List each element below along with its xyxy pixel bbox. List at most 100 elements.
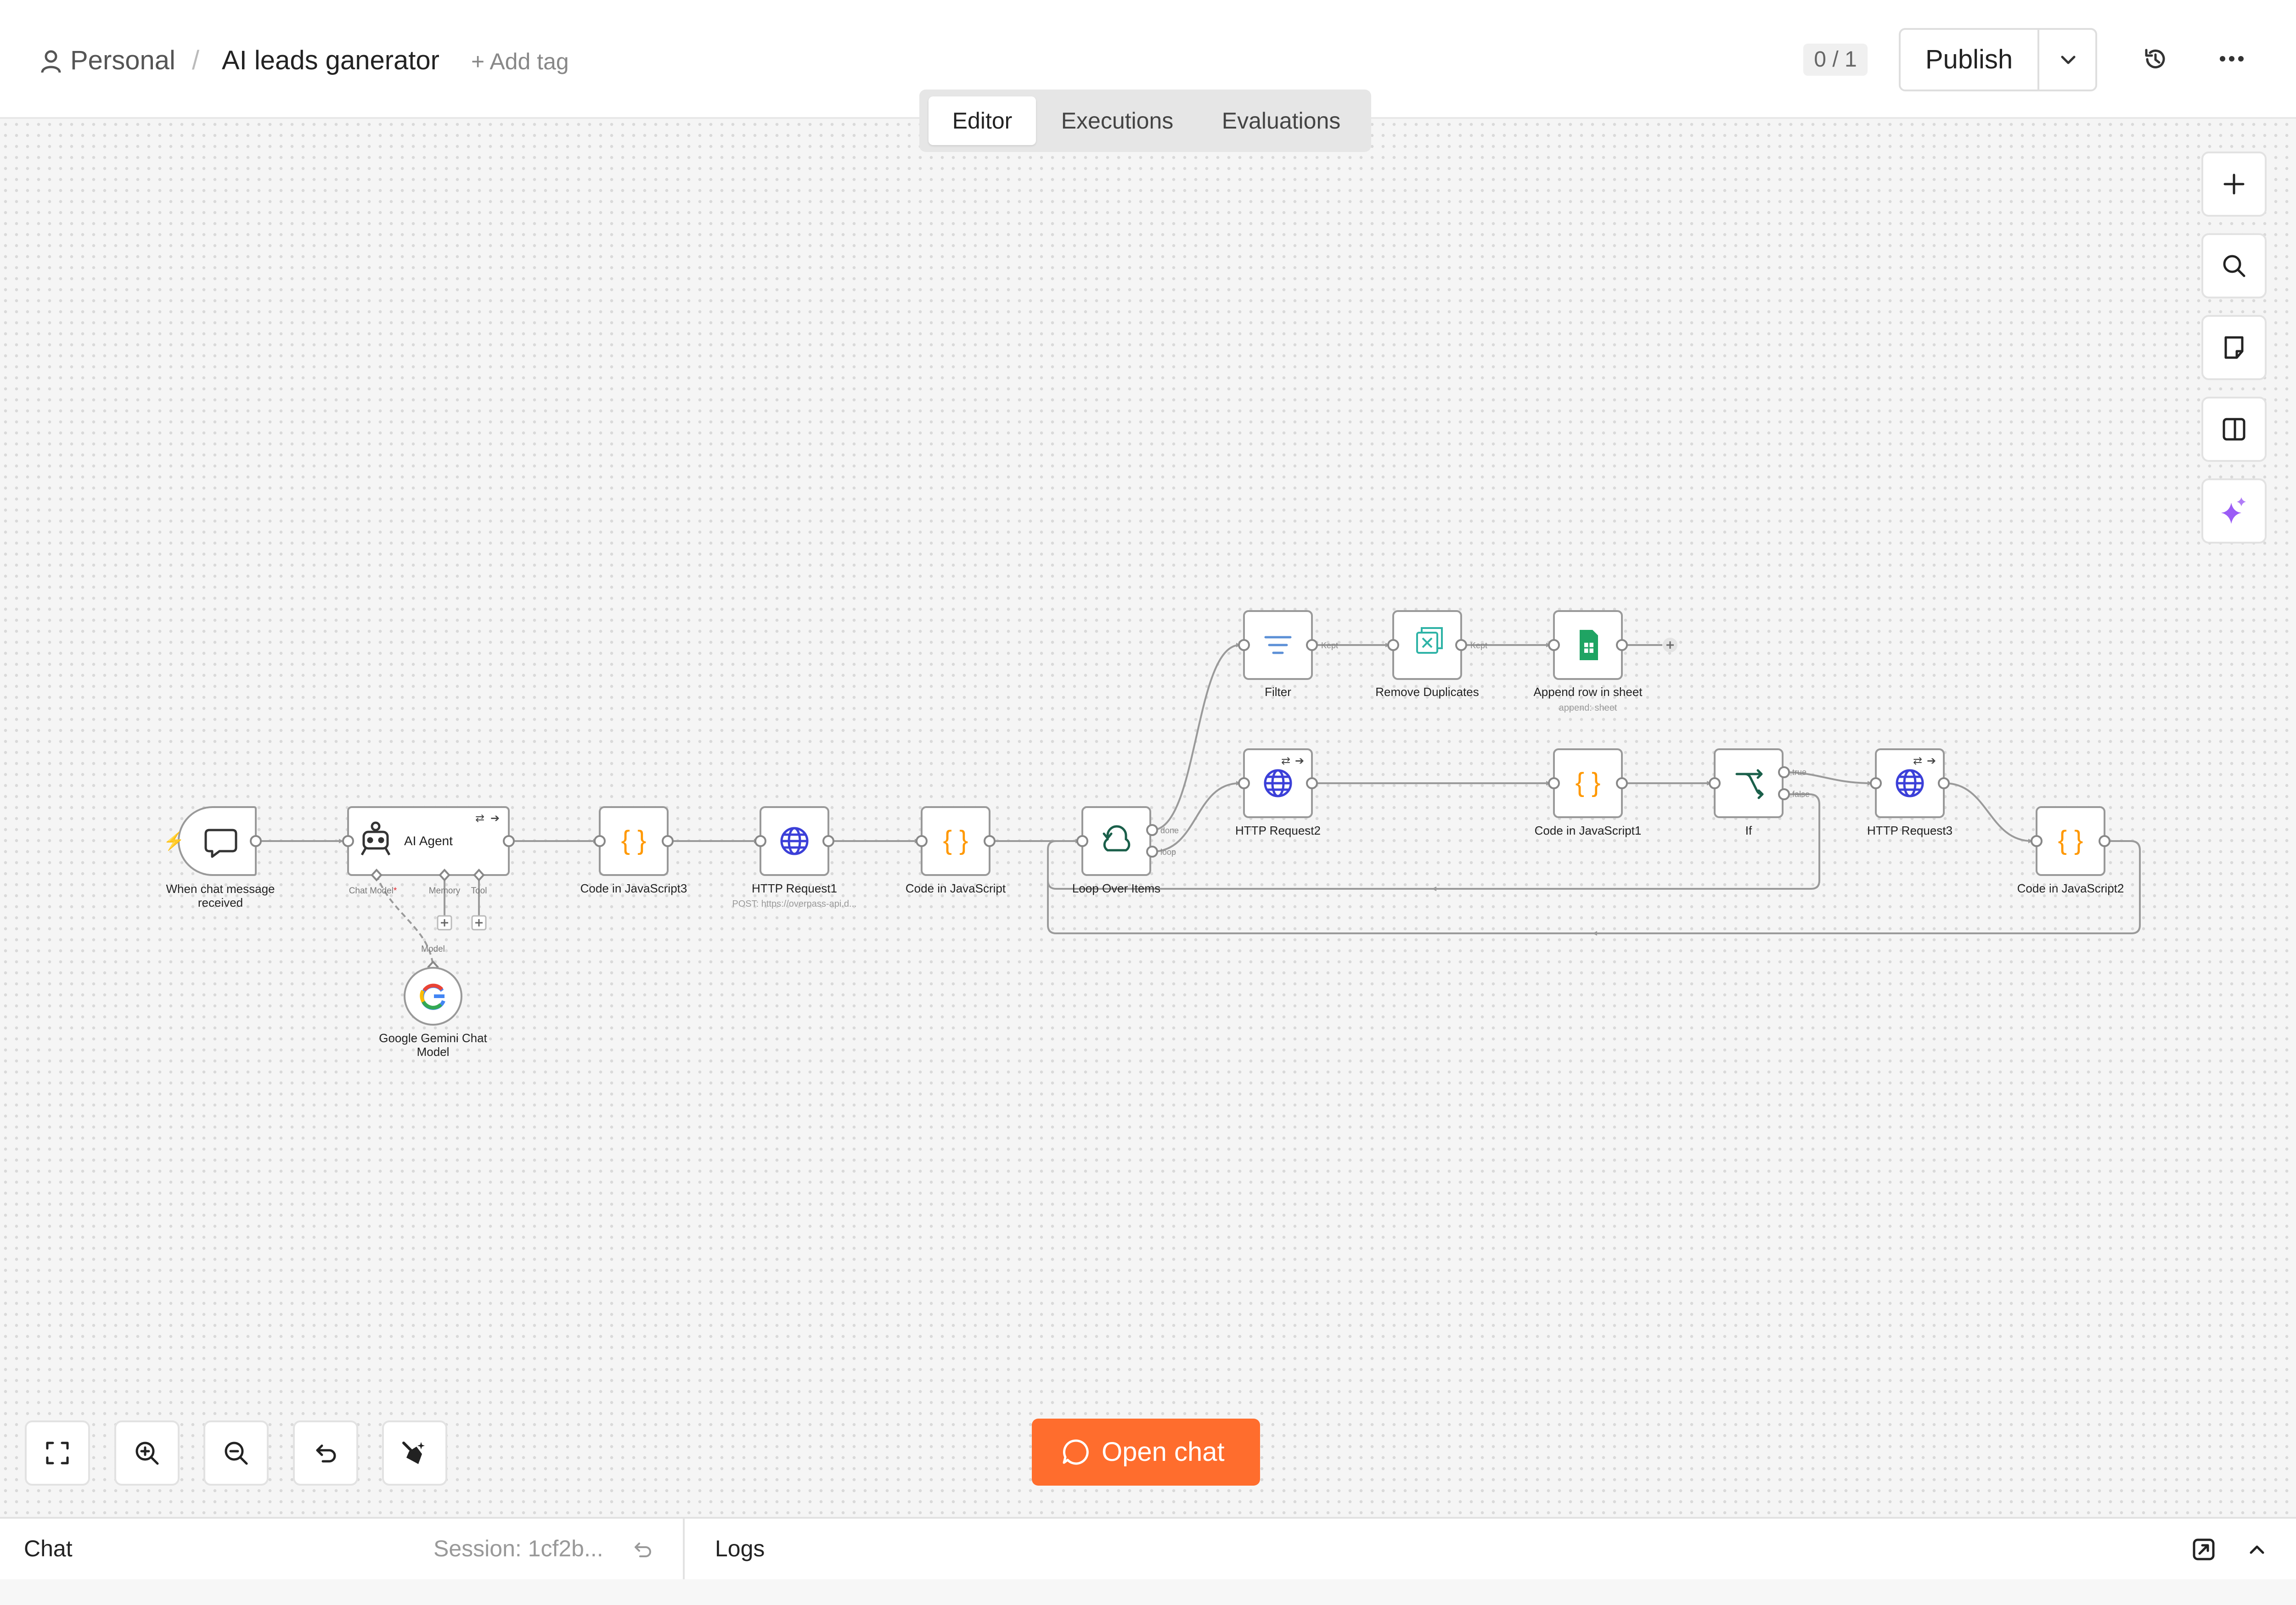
- zoom-out-button[interactable]: [203, 1420, 269, 1486]
- trigger-bolt-icon: ⚡: [163, 831, 185, 852]
- add-tag-button[interactable]: + Add tag: [471, 45, 569, 78]
- open-chat-button[interactable]: Open chat: [1032, 1419, 1260, 1486]
- open-in-new-window-icon[interactable]: [2191, 1537, 2216, 1562]
- code-icon: { }: [621, 825, 647, 855]
- loop-loop-label: loop: [1160, 847, 1176, 857]
- zoom-in-button[interactable]: [114, 1420, 180, 1486]
- node-code3[interactable]: { } Code in JavaScript3: [580, 806, 687, 895]
- chat-panel-title[interactable]: Chat: [24, 1532, 73, 1565]
- divider: [2037, 30, 2039, 90]
- zoom-in-icon: [135, 1442, 159, 1465]
- node-http3[interactable]: ⇄ ➔ HTTP Request3: [1867, 748, 1953, 837]
- session-id: Session: 1cf2b...: [433, 1536, 603, 1561]
- chevron-down-icon[interactable]: [2058, 49, 2079, 70]
- plus-icon: [2223, 174, 2245, 195]
- node-http2[interactable]: ⇄ ➔ HTTP Request2: [1235, 748, 1321, 837]
- undo-button[interactable]: [293, 1420, 358, 1486]
- node-trigger-label: When chat message: [166, 882, 275, 896]
- sticky-note-icon: [2224, 336, 2244, 359]
- arrow-right-icon: ➔: [1927, 755, 1936, 767]
- publish-button[interactable]: Publish: [1901, 30, 2037, 90]
- kept-label: Kept: [1321, 641, 1338, 650]
- fit-view-icon: [46, 1442, 69, 1465]
- input-memory-label: Memory: [429, 886, 461, 896]
- edge-loop-loop-http2: [1152, 781, 1241, 853]
- ai-assistant-button[interactable]: [2201, 478, 2267, 544]
- edge-if-false-loop: [1047, 793, 1820, 890]
- node-code2-label: Code in JavaScript2: [2017, 881, 2124, 895]
- node-code3-label: Code in JavaScript3: [580, 881, 687, 895]
- code-icon: { }: [1576, 768, 1601, 797]
- node-code1[interactable]: { } Code in JavaScript1: [1535, 748, 1642, 837]
- open-chat-label: Open chat: [1102, 1437, 1225, 1467]
- undo-icon: [316, 1444, 336, 1463]
- add-tool-button[interactable]: [471, 915, 487, 931]
- node-code[interactable]: { } Code in JavaScript: [906, 806, 1006, 895]
- add-memory-button[interactable]: [437, 915, 452, 931]
- node-append-row[interactable]: Append row in sheet append: sheet: [1533, 610, 1677, 713]
- node-append-label: Append row in sheet: [1533, 685, 1643, 699]
- node-code1-label: Code in JavaScript1: [1535, 824, 1642, 837]
- input-chat-model-label: Chat Model*: [349, 886, 397, 896]
- node-http1-subtitle: POST: https://overpass-api.d...: [732, 899, 856, 909]
- clean-up-icon: [402, 1442, 425, 1464]
- sheets-icon: [1580, 630, 1598, 660]
- search-nodes-button[interactable]: [2201, 233, 2267, 298]
- connections: [256, 643, 2141, 967]
- loop-done-label: done: [1160, 826, 1179, 835]
- if-false-label: false: [1792, 790, 1810, 799]
- sync-icon: ⇄: [475, 812, 484, 825]
- node-trigger[interactable]: ⚡ When chat message received: [163, 806, 275, 909]
- node-gemini[interactable]: Model Google Gemini Chat Model: [379, 944, 487, 1059]
- workflow-name[interactable]: AI leads ganerator: [222, 45, 439, 77]
- panel-content-area: [0, 1579, 2296, 1605]
- node-loop-label: Loop Over Items: [1072, 881, 1160, 895]
- node-if[interactable]: true false If: [1709, 748, 1810, 837]
- tab-evaluations[interactable]: Evaluations: [1199, 96, 1364, 145]
- node-http2-label: HTTP Request2: [1235, 824, 1321, 837]
- node-code-label: Code in JavaScript: [906, 881, 1006, 895]
- tab-executions[interactable]: Executions: [1042, 96, 1192, 145]
- add-node-toolbar-button[interactable]: [2201, 152, 2267, 217]
- more-options-icon[interactable]: [2218, 54, 2245, 63]
- bottom-panel: Chat Session: 1cf2b... Logs: [0, 1517, 2296, 1605]
- node-gemini-label-2: Model: [417, 1045, 450, 1059]
- reset-session-icon[interactable]: [631, 1538, 654, 1561]
- node-http1[interactable]: HTTP Request1 POST: https://overpass-api…: [732, 806, 857, 909]
- if-true-label: true: [1792, 768, 1806, 777]
- tab-editor[interactable]: Editor: [929, 96, 1036, 145]
- publish-button-group: Publish: [1899, 28, 2097, 91]
- node-append-subtitle: append: sheet: [1559, 703, 1617, 713]
- history-icon[interactable]: [2143, 46, 2168, 72]
- edge-http3-code2: [1944, 782, 2033, 843]
- add-sticky-note-button[interactable]: [2201, 315, 2267, 380]
- sync-icon: ⇄: [1281, 755, 1290, 767]
- node-filter-label: Filter: [1265, 685, 1291, 699]
- code-icon: { }: [2058, 825, 2083, 855]
- node-http3-label: HTTP Request3: [1867, 824, 1953, 837]
- edge-loop-done-filter: [1152, 643, 1241, 831]
- arrow-right-icon: ➔: [490, 812, 500, 825]
- node-agent-label: AI Agent: [404, 834, 453, 848]
- view-tabs: Editor Executions Evaluations: [919, 90, 1371, 152]
- node-loop[interactable]: done loop Loop Over Items: [1072, 806, 1179, 895]
- node-remove-duplicates[interactable]: Kept Remove Duplicates: [1375, 610, 1487, 699]
- edge-code2-loop: [1047, 840, 2141, 934]
- node-gemini-label: Google Gemini Chat: [379, 1031, 487, 1045]
- add-node-button[interactable]: [1663, 638, 1677, 652]
- kept-label: Kept: [1470, 641, 1487, 650]
- clean-up-button[interactable]: [382, 1420, 447, 1486]
- breadcrumb-separator: /: [192, 45, 200, 75]
- workflow-canvas[interactable]: ⚡ When chat message received AI Agent ⇄ …: [0, 119, 2296, 1517]
- node-ai-agent[interactable]: AI Agent ⇄ ➔ Chat Model* Memory Tool: [342, 806, 515, 931]
- node-code2[interactable]: { } Code in JavaScript2: [2017, 806, 2124, 895]
- fit-view-button[interactable]: [25, 1420, 90, 1486]
- input-tool-label: Tool: [471, 886, 487, 896]
- logs-panel-title[interactable]: Logs: [715, 1532, 765, 1565]
- chevron-up-icon[interactable]: [2245, 1538, 2268, 1561]
- breadcrumb-project[interactable]: Personal: [70, 45, 175, 77]
- model-label: Model: [421, 944, 445, 954]
- toggle-panel-button[interactable]: [2201, 397, 2267, 462]
- node-filter[interactable]: Kept Filter: [1238, 610, 1338, 699]
- search-icon: [2223, 255, 2245, 277]
